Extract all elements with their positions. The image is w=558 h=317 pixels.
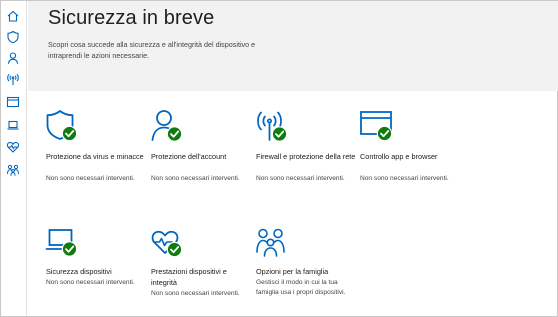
browser-window-icon[interactable]	[6, 95, 20, 109]
person-icon[interactable]	[6, 51, 20, 65]
tile-firewall-network-protection[interactable]: Firewall e protezione della rete Non son…	[256, 109, 356, 199]
laptop-icon[interactable]	[6, 118, 20, 132]
person-icon	[151, 109, 185, 143]
tile-title: Controllo app e browser	[360, 152, 438, 161]
shield-icon[interactable]	[6, 30, 20, 44]
laptop-icon	[45, 226, 80, 260]
sidebar-nav	[1, 1, 27, 316]
tile-title: Protezione da virus e minacce	[46, 152, 144, 161]
tile-title: Protezione dell'account	[151, 152, 227, 161]
page-header: Sicurezza in breve Scopri cosa succede a…	[28, 1, 558, 91]
tile-virus-threat-protection[interactable]: Protezione da virus e minacce Non sono n…	[46, 109, 146, 199]
family-icon	[256, 226, 290, 260]
tile-status: Non sono necessari interventi.	[360, 175, 449, 182]
tile-family-options[interactable]: Opzioni per la famiglia Gestisci il modo…	[256, 226, 356, 311]
tile-status: Gestisci il modo in cui la tua famiglia …	[256, 279, 346, 296]
tile-account-protection[interactable]: Protezione dell'account Non sono necessa…	[151, 109, 251, 199]
tile-status: Non sono necessari interventi.	[151, 290, 240, 297]
tile-title: Opzioni per la famiglia	[256, 267, 329, 276]
browser-window-icon	[360, 109, 394, 143]
page-description: Scopri cosa succede alla sicurezza e all…	[48, 40, 256, 60]
app-window: Sicurezza in breve Scopri cosa succede a…	[0, 0, 558, 317]
tile-app-browser-control[interactable]: Controllo app e browser Non sono necessa…	[360, 109, 460, 199]
wireless-icon[interactable]	[6, 72, 20, 86]
tile-device-performance-health[interactable]: Prestazioni dispositivi e integrità Non …	[151, 226, 251, 311]
shield-icon	[46, 109, 80, 143]
family-icon[interactable]	[6, 163, 20, 177]
tile-title: Prestazioni dispositivi e integrità	[151, 267, 227, 287]
wireless-icon	[256, 109, 290, 143]
tile-device-security[interactable]: Sicurezza dispositivi Non sono necessari…	[45, 226, 146, 311]
tile-status: Non sono necessari interventi.	[46, 175, 135, 182]
heart-icon[interactable]	[6, 140, 20, 154]
page-title: Sicurezza in breve	[48, 7, 215, 29]
tile-title: Firewall e protezione della rete	[256, 152, 356, 161]
heart-icon	[151, 226, 185, 260]
home-icon[interactable]	[6, 9, 20, 23]
tile-status: Non sono necessari interventi.	[46, 279, 135, 286]
tile-status: Non sono necessari interventi.	[151, 175, 240, 182]
tile-status: Non sono necessari interventi.	[256, 175, 345, 182]
tile-title: Sicurezza dispositivi	[46, 267, 112, 276]
